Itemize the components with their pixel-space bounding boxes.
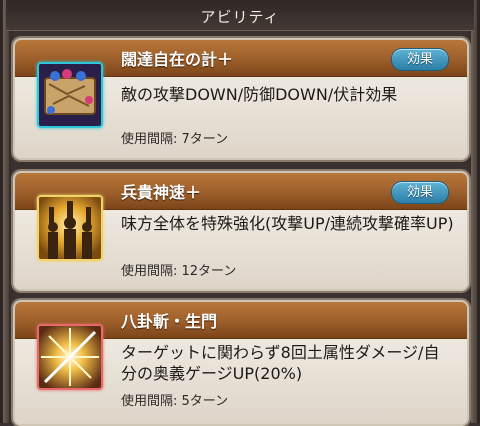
- ability-card-2[interactable]: 兵貴神速＋ 効果 味方全体を特殊強化(攻撃UP/連続攻撃確率UP) 使用間隔: …: [13, 171, 469, 291]
- ability-description: ターゲットに関わらず8回土属性ダメージ/自分の奥義ゲージUP(20%): [121, 343, 440, 383]
- panel-header: アビリティ: [6, 0, 474, 31]
- effect-button[interactable]: 効果: [391, 181, 449, 204]
- ability-cooldown: 使用間隔: 5ターン: [121, 394, 229, 409]
- ability-cooldown: 使用間隔: 7ターン: [121, 132, 229, 147]
- ability-cooldown: 使用間隔: 12ターン: [121, 264, 237, 279]
- ability-card-1[interactable]: 闊達自在の計＋ 効果 敵の攻撃DOWN/防御DOWN/伏計効果 使用間隔: 7タ…: [13, 38, 469, 160]
- ability-card-3[interactable]: 八卦斬・生門 ターゲットに関わらず8回土属性ダメージ/自分の奥義ゲージUP(20…: [13, 300, 469, 426]
- burst-slash-icon: [37, 324, 103, 390]
- strategy-map-icon: [37, 62, 103, 128]
- ability-name: 兵貴神速＋: [121, 183, 202, 202]
- right-rail: [471, 0, 477, 423]
- ability-name: 闊達自在の計＋: [121, 50, 234, 69]
- raised-fists-icon: [37, 195, 103, 261]
- panel-title: アビリティ: [200, 8, 280, 26]
- ability-description: 味方全体を特殊強化(攻撃UP/連続攻撃確率UP): [121, 214, 454, 233]
- ability-name: 八卦斬・生門: [121, 312, 218, 331]
- effect-button[interactable]: 効果: [391, 48, 449, 71]
- left-rail: [3, 0, 9, 423]
- ability-description: 敵の攻撃DOWN/防御DOWN/伏計効果: [121, 85, 398, 104]
